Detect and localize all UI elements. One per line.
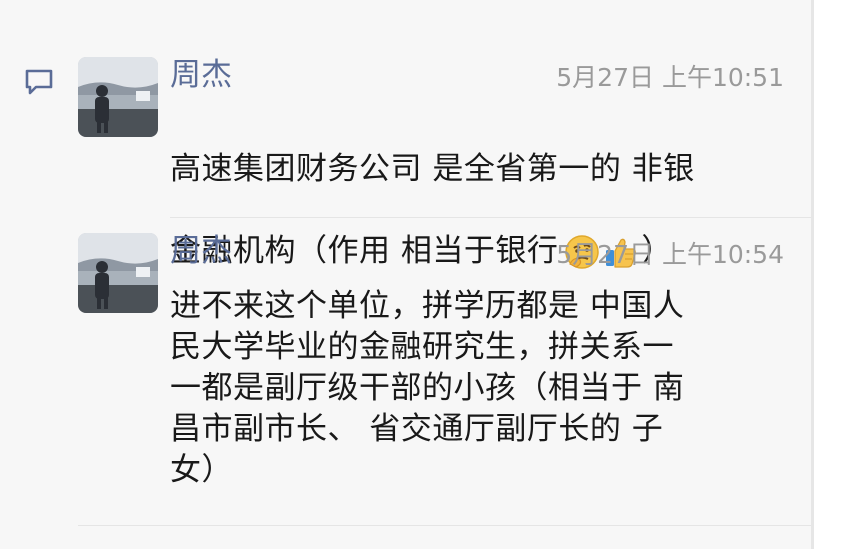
comment-text: 进不来这个单位，拼学历都是 中国人 民大学毕业的金融研究生，拼关系一 一都是副厅…: [170, 288, 685, 488]
comment-icon[interactable]: [24, 68, 54, 96]
commenter-name[interactable]: 周杰: [170, 232, 232, 270]
comment-text-line: 高速集团财务公司 是全省第一的 非银: [170, 151, 695, 187]
page-margin: [814, 0, 848, 549]
comments-panel: 周杰 5月27日 上午10:51 高速集团财务公司 是全省第一的 非银 金融机构…: [0, 0, 848, 549]
comment-divider: [78, 525, 811, 526]
comment-timestamp: 5月27日 上午10:54: [556, 240, 784, 269]
comment-timestamp: 5月27日 上午10:51: [556, 63, 784, 92]
comment-divider: [170, 217, 811, 218]
commenter-name[interactable]: 周杰: [170, 56, 232, 94]
avatar[interactable]: [78, 233, 158, 313]
comment-text: 高速集团财务公司 是全省第一的 非银 金融机构（作用 相当于银行 ）: [170, 108, 794, 313]
avatar[interactable]: [78, 57, 158, 137]
